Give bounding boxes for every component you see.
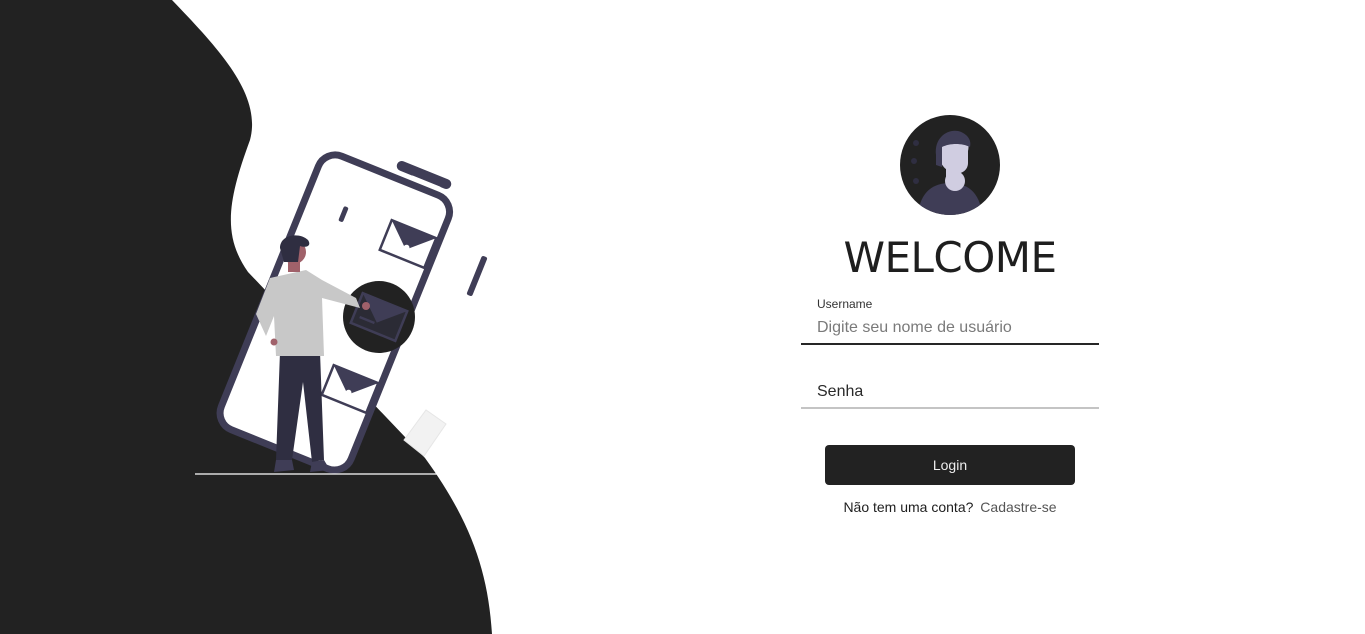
password-field bbox=[801, 359, 1099, 409]
login-button[interactable]: Login bbox=[825, 445, 1075, 485]
password-input[interactable] bbox=[817, 383, 1091, 401]
signup-link[interactable]: Cadastre-se bbox=[980, 499, 1056, 515]
user-avatar-icon bbox=[900, 115, 1000, 215]
welcome-title: WELCOME bbox=[843, 233, 1057, 282]
login-form: WELCOME Username Login Não tem uma conta… bbox=[800, 115, 1100, 515]
signup-prompt: Não tem uma conta? bbox=[843, 499, 974, 515]
signup-row: Não tem uma conta? Cadastre-se bbox=[843, 499, 1056, 515]
login-illustration bbox=[0, 0, 492, 634]
username-input[interactable] bbox=[817, 319, 1091, 337]
username-label: Username bbox=[817, 297, 873, 311]
dark-wave-shape bbox=[0, 0, 492, 634]
username-field: Username bbox=[801, 297, 1099, 345]
